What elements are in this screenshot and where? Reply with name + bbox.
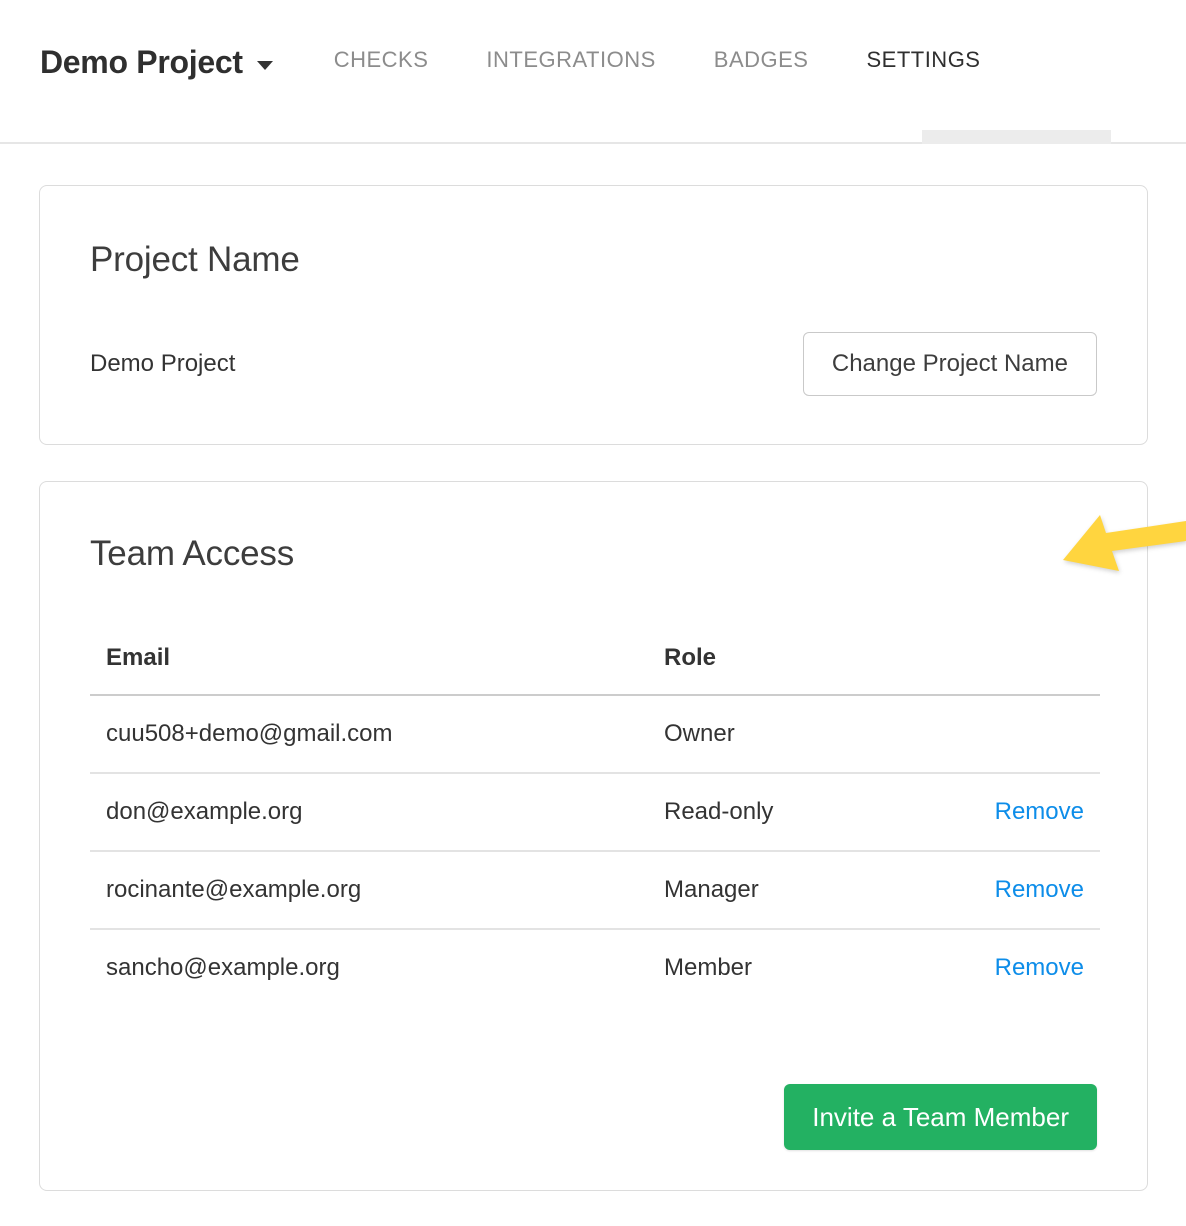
chevron-down-icon (257, 61, 273, 70)
top-nav: CHECKS INTEGRATIONS BADGES SETTINGS (305, 47, 1010, 73)
settings-page: Project Name Demo Project Change Project… (0, 144, 1186, 1191)
project-switcher[interactable]: Demo Project (40, 44, 273, 81)
email-column-header: Email (90, 614, 648, 695)
project-name-card-title: Project Name (90, 240, 1097, 280)
change-project-name-button[interactable]: Change Project Name (803, 332, 1097, 396)
page-title: Demo Project (40, 44, 243, 81)
active-tab-indicator (922, 130, 1111, 144)
tab-integrations[interactable]: INTEGRATIONS (457, 47, 684, 73)
member-role: Member (648, 929, 930, 1006)
actions-column-header (930, 614, 1100, 695)
current-project-name: Demo Project (90, 350, 235, 378)
member-email: rocinante@example.org (90, 851, 648, 929)
member-actions: Remove (930, 929, 1100, 1006)
member-role: Manager (648, 851, 930, 929)
remove-member-link[interactable]: Remove (995, 876, 1084, 903)
table-row: sancho@example.org Member Remove (90, 929, 1100, 1006)
team-members-table: Email Role cuu508+demo@gmail.com Owner d… (90, 614, 1100, 1006)
project-name-card: Project Name Demo Project Change Project… (39, 185, 1148, 445)
tab-badges[interactable]: BADGES (685, 47, 838, 73)
table-row: rocinante@example.org Manager Remove (90, 851, 1100, 929)
member-email: cuu508+demo@gmail.com (90, 695, 648, 773)
member-role: Read-only (648, 773, 930, 851)
member-actions (930, 695, 1100, 773)
project-header: Demo Project CHECKS INTEGRATIONS BADGES … (0, 0, 1186, 144)
table-row: cuu508+demo@gmail.com Owner (90, 695, 1100, 773)
tab-checks[interactable]: CHECKS (305, 47, 458, 73)
invite-team-member-button[interactable]: Invite a Team Member (784, 1084, 1097, 1150)
member-actions: Remove (930, 851, 1100, 929)
role-column-header: Role (648, 614, 930, 695)
tab-settings[interactable]: SETTINGS (837, 47, 1009, 73)
member-email: don@example.org (90, 773, 648, 851)
table-row: don@example.org Read-only Remove (90, 773, 1100, 851)
remove-member-link[interactable]: Remove (995, 798, 1084, 825)
remove-member-link[interactable]: Remove (995, 954, 1084, 981)
member-actions: Remove (930, 773, 1100, 851)
team-access-card-title: Team Access (90, 534, 1097, 574)
team-access-card: Team Access Email Role cuu508+demo@gmail… (39, 481, 1148, 1191)
member-role: Owner (648, 695, 930, 773)
member-email: sancho@example.org (90, 929, 648, 1006)
